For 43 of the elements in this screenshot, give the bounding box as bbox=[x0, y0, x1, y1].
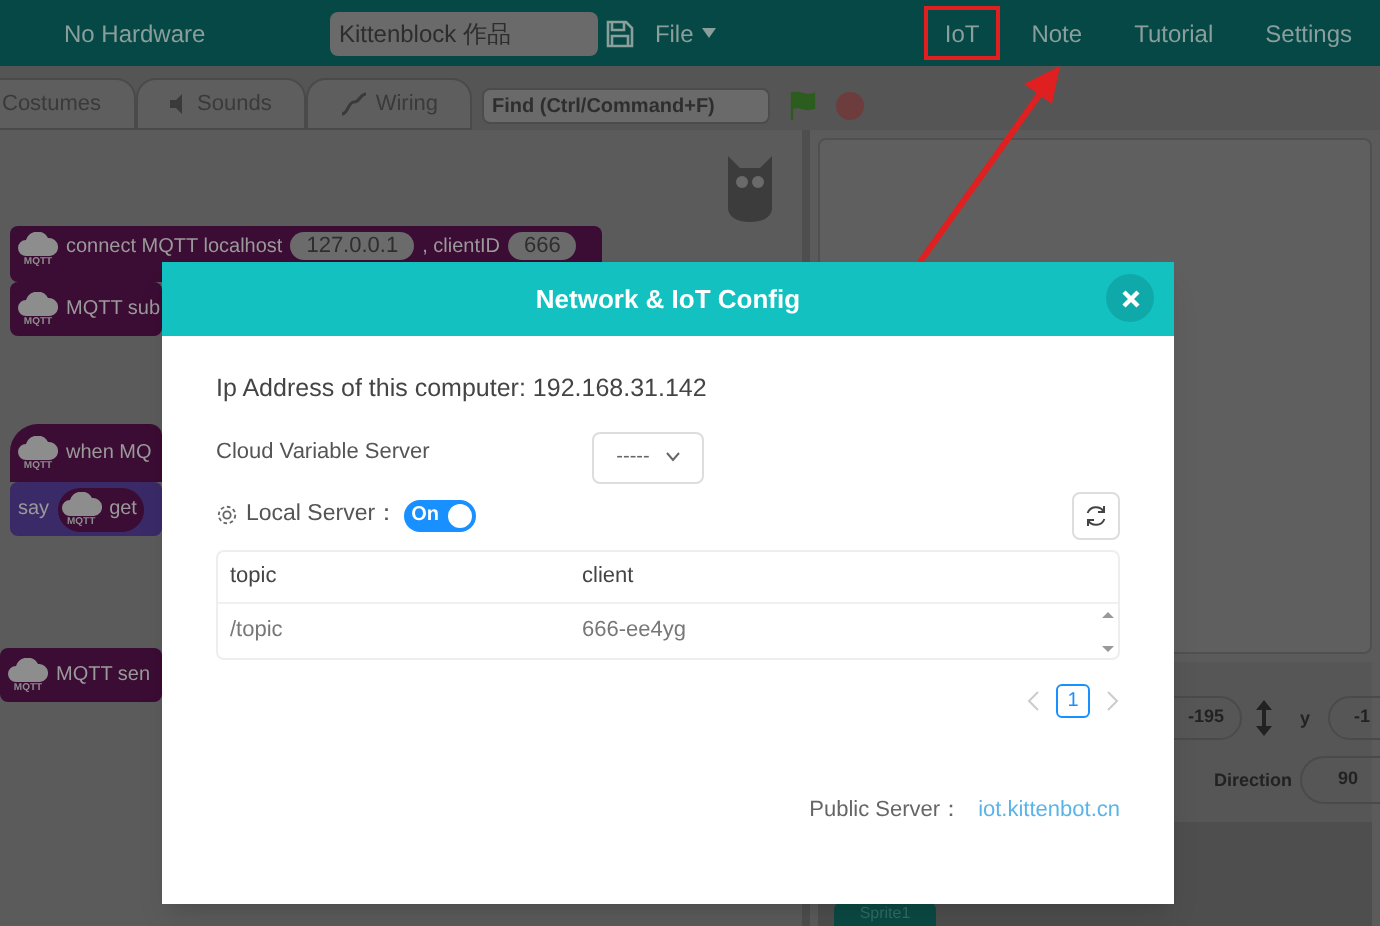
wiring-icon bbox=[339, 92, 368, 116]
block-label: when MQ bbox=[66, 439, 152, 467]
chevron-right-icon[interactable] bbox=[1106, 689, 1120, 712]
close-icon bbox=[1121, 289, 1139, 307]
block-label: MQTT sen bbox=[56, 661, 151, 689]
settings-icon bbox=[216, 504, 238, 527]
block-input[interactable]: 666 bbox=[507, 232, 577, 260]
column-header: client bbox=[582, 562, 634, 593]
block-label: connect MQTT localhost bbox=[66, 234, 283, 262]
menu-item[interactable]: File bbox=[634, 6, 736, 60]
column-header: topic bbox=[228, 562, 279, 593]
block-input[interactable]: 127.0.0.1 bbox=[290, 232, 415, 260]
public-server-link[interactable]: iot.kittenbot.cn bbox=[978, 793, 1120, 827]
vertical-arrows-icon bbox=[1256, 700, 1272, 736]
chevron-left-icon[interactable] bbox=[1026, 689, 1040, 712]
scrollbar-arrows-icon[interactable] bbox=[1102, 607, 1114, 656]
chevron-down-icon bbox=[665, 452, 680, 463]
hardware-status[interactable]: No Hardware bbox=[64, 15, 267, 51]
caret-icon bbox=[701, 28, 716, 38]
dialog-title: Network & IoT Config bbox=[535, 281, 801, 318]
block-label: say bbox=[18, 495, 50, 523]
cloud-server-label: Cloud Variable Server bbox=[216, 437, 432, 468]
menu-item[interactable]: Note bbox=[1011, 6, 1103, 60]
table-cell-text: /topic bbox=[228, 616, 285, 647]
menu-item[interactable]: Settings bbox=[1245, 6, 1372, 60]
close-button[interactable] bbox=[1106, 274, 1154, 322]
menu-item[interactable]: IoT bbox=[924, 6, 1000, 60]
table-cell-text: 666-ee4yg bbox=[582, 616, 686, 647]
find-field[interactable]: Find (Ctrl/Command+F) bbox=[482, 88, 770, 124]
page-button[interactable]: 1 bbox=[1056, 683, 1090, 718]
refresh-button[interactable] bbox=[1072, 491, 1120, 540]
public-server-label: Public Server： bbox=[809, 795, 963, 826]
block-label: , clientID bbox=[422, 234, 500, 262]
menu-item[interactable]: Tutorial bbox=[1114, 6, 1234, 60]
project-name-field[interactable]: Kittenblock 作品 bbox=[330, 11, 599, 55]
ip-address-text: Ip Address of this computer: 192.168.31.142 bbox=[216, 372, 709, 406]
cloud-server-select[interactable]: ----- bbox=[592, 431, 704, 484]
block-label: get bbox=[109, 496, 137, 524]
local-server-switch[interactable]: On bbox=[403, 499, 476, 532]
save-icon[interactable] bbox=[606, 19, 635, 47]
refresh-icon bbox=[1084, 503, 1108, 528]
block-label: MQTT sub bbox=[66, 295, 161, 323]
local-server-label: Local Server： bbox=[246, 500, 400, 531]
